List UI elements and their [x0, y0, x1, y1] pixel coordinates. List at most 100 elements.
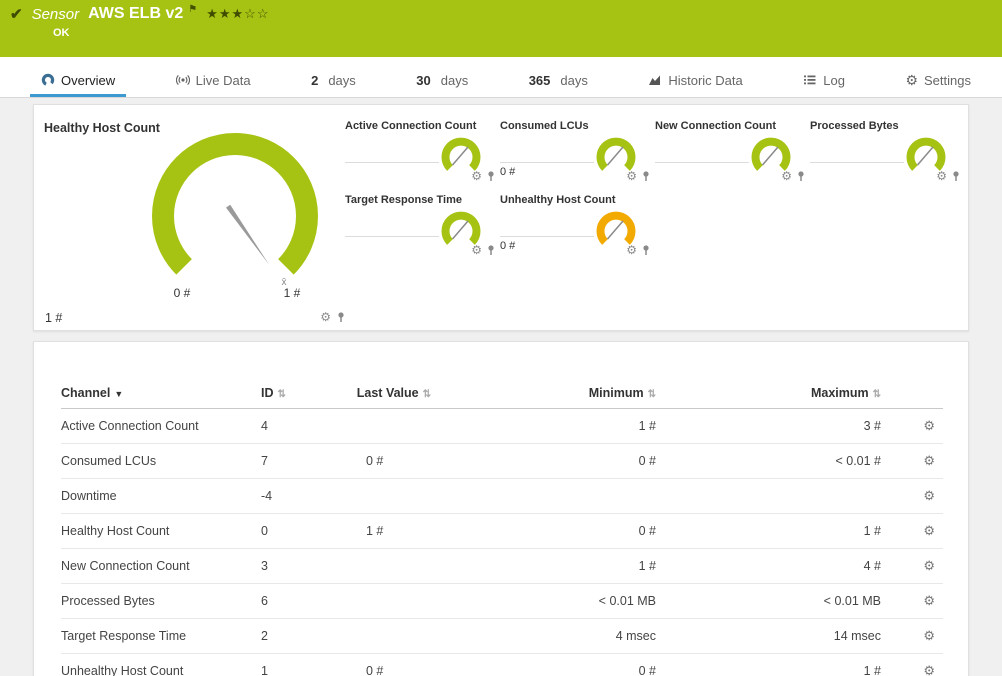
channel-minimum: 0 # [431, 513, 656, 549]
pin-icon[interactable] [951, 170, 961, 182]
channel-id: 1 [261, 653, 311, 676]
channel-name[interactable]: New Connection Count [61, 548, 261, 584]
tab-log[interactable]: Log [792, 66, 856, 97]
wrench-icon[interactable]: ⚙ [923, 418, 935, 433]
channel-name[interactable]: Downtime [61, 478, 261, 514]
gear-icon[interactable]: ⚙ [626, 244, 637, 256]
tab-30-days[interactable]: 30 days [405, 66, 479, 97]
column-header-minimum[interactable]: Minimum ⇅ [431, 378, 656, 409]
channel-name[interactable]: Consumed LCUs [61, 443, 261, 479]
wrench-icon[interactable]: ⚙ [923, 593, 935, 608]
channel-last-value: 1 # [311, 513, 431, 549]
column-label: Last Value [356, 386, 419, 400]
gear-icon[interactable]: ⚙ [471, 170, 482, 182]
channel-name[interactable]: Target Response Time [61, 618, 261, 654]
historic-data-chart-icon [649, 75, 661, 85]
tab-historic-data[interactable]: Historic Data [637, 66, 753, 97]
table-row[interactable]: Target Response Time 2 4 msec 14 msec ⚙ [61, 618, 943, 654]
channel-settings-cell[interactable]: ⚙ [881, 443, 943, 479]
column-label: Minimum [588, 386, 644, 400]
channel-maximum: 3 # [656, 408, 881, 444]
table-row[interactable]: Consumed LCUs 7 0 #0 # < 0.01 # ⚙ [61, 443, 943, 479]
gear-icon[interactable]: ⚙ [781, 170, 792, 182]
channel-settings-cell[interactable]: ⚙ [881, 408, 943, 444]
wrench-icon[interactable]: ⚙ [923, 488, 935, 503]
tab-365-days[interactable]: 365 days [518, 66, 599, 97]
mini-gauges-grid: Active Connection Count ⚙ Consumed LCUs [345, 117, 965, 265]
channel-settings-cell[interactable]: ⚙ [881, 618, 943, 654]
channel-maximum: 1 # [656, 513, 881, 549]
flag-icon[interactable]: ⚑ [188, 4, 197, 15]
wrench-icon[interactable]: ⚙ [923, 523, 935, 538]
channel-id: -4 [261, 478, 311, 514]
pin-icon[interactable] [486, 244, 496, 256]
mini-gauge-target-response-time: Target Response Time ⚙ [345, 191, 500, 265]
wrench-icon[interactable]: ⚙ [923, 453, 935, 468]
mini-gauge-title: Unhealthy Host Count [500, 194, 616, 206]
column-header-last-value[interactable]: Last Value ⇅ [311, 378, 431, 409]
channel-name[interactable]: Active Connection Count [61, 408, 261, 444]
tab-live-data[interactable]: Live Data [165, 66, 262, 97]
column-header-id[interactable]: ID ⇅ [261, 378, 311, 409]
table-row[interactable]: Unhealthy Host Count 1 0 #0 #1 # ⚙ [61, 653, 943, 676]
live-data-broadcast-icon [175, 74, 190, 86]
wrench-icon[interactable]: ⚙ [923, 663, 935, 676]
column-header-maximum[interactable]: Maximum ⇅ [656, 378, 881, 409]
pin-icon[interactable] [641, 244, 651, 256]
table-row[interactable]: Processed Bytes 6 < 0.01 MB < 0.01 MB ⚙ [61, 583, 943, 619]
wrench-icon[interactable]: ⚙ [923, 628, 935, 643]
tab-settings[interactable]: ⚙ Settings [894, 66, 982, 97]
mini-gauge-title: Consumed LCUs [500, 120, 589, 132]
mini-gauge-processed-bytes: Processed Bytes ⚙ [810, 117, 965, 191]
divider [500, 236, 594, 237]
channel-name[interactable]: Processed Bytes [61, 583, 261, 619]
channel-id: 6 [261, 583, 311, 619]
gear-icon[interactable]: ⚙ [320, 311, 331, 323]
pin-icon[interactable] [796, 170, 806, 182]
wrench-icon[interactable]: ⚙ [923, 558, 935, 573]
channel-minimum: 1 # [431, 408, 656, 444]
mini-gauge-title: Target Response Time [345, 194, 462, 206]
tab-2-days[interactable]: 2 days [300, 66, 367, 97]
channel-settings-cell[interactable]: ⚙ [881, 583, 943, 619]
tab-bar: Overview Live Data 2 days 30 days 365 da… [0, 57, 1002, 98]
object-kind-label: Sensor [31, 5, 80, 23]
column-header-channel[interactable]: Channel ▼ [61, 378, 261, 409]
sort-icon: ⇅ [277, 389, 286, 400]
channel-table: Channel ▼ ID ⇅ Last Value ⇅ Minimum ⇅ Maximu [61, 378, 943, 676]
table-row[interactable]: Healthy Host Count 0 1 #0 #1 # ⚙ [61, 513, 943, 549]
channel-id: 2 [261, 618, 311, 654]
priority-stars[interactable]: ★★★☆☆ [206, 6, 269, 22]
channel-settings-cell[interactable]: ⚙ [881, 548, 943, 584]
tab-day-number: 2 [311, 72, 319, 88]
channel-name[interactable]: Healthy Host Count [61, 513, 261, 549]
pin-icon[interactable] [336, 311, 346, 323]
channel-name[interactable]: Unhealthy Host Count [61, 653, 261, 676]
channel-last-value [311, 408, 431, 444]
pin-icon[interactable] [486, 170, 496, 182]
overview-gauge-icon [41, 73, 55, 87]
channel-settings-cell[interactable]: ⚙ [881, 653, 943, 676]
status-badge: OK [53, 27, 70, 39]
gear-icon[interactable]: ⚙ [626, 170, 637, 182]
divider [810, 162, 904, 163]
channel-settings-cell[interactable]: ⚙ [881, 478, 943, 514]
tab-overview[interactable]: Overview [30, 66, 127, 97]
gauge-needle [226, 204, 270, 266]
log-list-icon [804, 75, 816, 85]
table-row[interactable]: Downtime -4 ⚙ [61, 478, 943, 514]
channel-settings-cell[interactable]: ⚙ [881, 513, 943, 549]
table-row[interactable]: Active Connection Count 4 1 #3 # ⚙ [61, 408, 943, 444]
pin-icon[interactable] [641, 170, 651, 182]
table-row[interactable]: New Connection Count 3 1 #4 # ⚙ [61, 548, 943, 584]
column-header-tools [881, 378, 943, 409]
channel-last-value [311, 618, 431, 654]
tab-label: Historic Data [668, 72, 743, 88]
channel-last-value: 0 # [311, 443, 431, 479]
channel-maximum: < 0.01 # [656, 443, 881, 479]
healthy-host-count-gauge: Healthy Host Count x̄ 0 # 1 # 1 # ⚙ [42, 115, 372, 327]
gear-icon[interactable]: ⚙ [471, 244, 482, 256]
divider [655, 162, 749, 163]
channel-minimum: 0 # [431, 443, 656, 479]
gear-icon[interactable]: ⚙ [936, 170, 947, 182]
